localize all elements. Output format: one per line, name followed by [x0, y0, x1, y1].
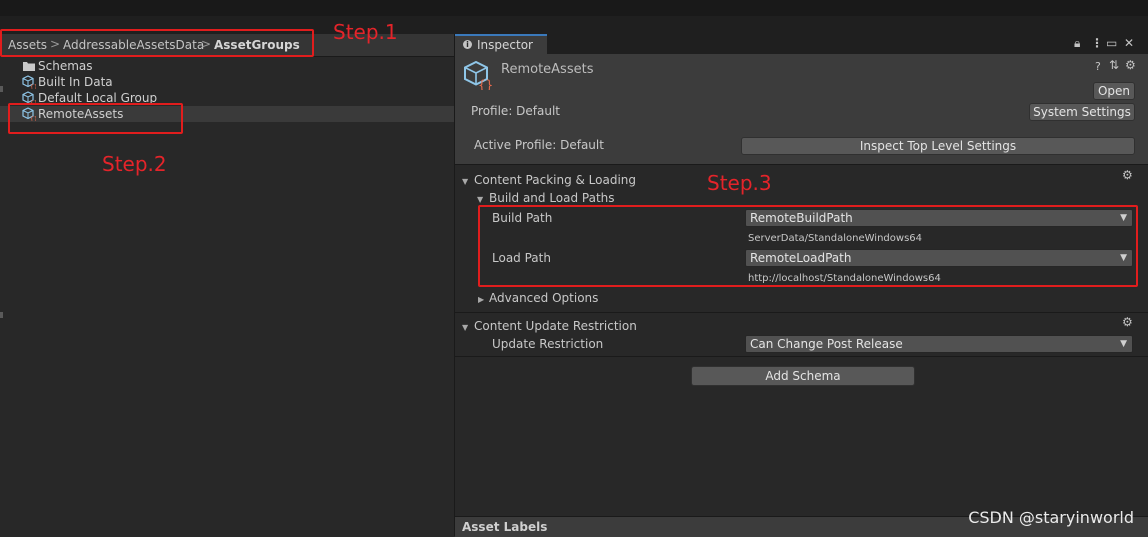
- gear-icon[interactable]: ⚙: [1122, 315, 1133, 329]
- build-load-paths-title[interactable]: Build and Load Paths: [489, 191, 615, 205]
- asset-labels-title: Asset Labels: [462, 520, 548, 534]
- step3-highlight-box: [478, 205, 1138, 287]
- lock-icon[interactable]: 🔒︎: [1074, 36, 1080, 51]
- step1-label: Step.1: [333, 20, 398, 44]
- update-restriction-label: Update Restriction: [492, 337, 604, 351]
- inspect-top-level-settings-button[interactable]: Inspect Top Level Settings: [741, 137, 1135, 155]
- asset-group-icon: {}: [464, 60, 493, 90]
- content-packing-title[interactable]: Content Packing & Loading: [474, 173, 636, 187]
- folder-icon: [23, 62, 35, 71]
- panel-edge-tick: [0, 312, 3, 318]
- gear-icon[interactable]: ⚙: [1125, 58, 1136, 72]
- inspector-tab-bar: i Inspector 🔒︎ ⋮ ▭ ✕: [455, 34, 1148, 54]
- divider: [455, 312, 1148, 313]
- update-restriction-value: Can Change Post Release: [750, 337, 903, 351]
- tree-item-label: Built In Data: [38, 75, 113, 89]
- profile-label: Profile: Default: [471, 104, 561, 118]
- system-settings-button[interactable]: System Settings: [1029, 103, 1135, 121]
- active-profile-label: Active Profile: Default: [474, 138, 604, 152]
- maximize-icon[interactable]: ▭: [1106, 36, 1117, 50]
- asset-group-icon: {}: [22, 75, 36, 89]
- tree-item-built-in-data[interactable]: {} Built In Data: [20, 74, 454, 90]
- foldout-arrow-icon[interactable]: ▶: [478, 295, 484, 304]
- step2-label: Step.2: [102, 152, 167, 176]
- svg-text:{}: {}: [478, 78, 493, 90]
- close-icon[interactable]: ✕: [1124, 36, 1134, 50]
- open-button[interactable]: Open: [1093, 82, 1135, 100]
- panel-edge-tick: [0, 86, 3, 92]
- svg-text:{}: {}: [30, 84, 36, 89]
- tab-inspector[interactable]: i Inspector: [455, 34, 547, 54]
- divider: [455, 164, 1148, 165]
- divider: [455, 356, 1148, 357]
- foldout-arrow-icon[interactable]: ▼: [477, 195, 483, 204]
- foldout-arrow-icon[interactable]: ▼: [462, 323, 468, 332]
- preset-sliders-icon[interactable]: ⇅: [1109, 58, 1119, 72]
- step3-label: Step.3: [707, 171, 772, 195]
- add-schema-button[interactable]: Add Schema: [691, 366, 915, 386]
- step1-highlight-box: [0, 29, 314, 57]
- content-update-title[interactable]: Content Update Restriction: [474, 319, 637, 333]
- tree-item-label: Schemas: [38, 59, 93, 73]
- tree-item-schemas[interactable]: Schemas: [20, 58, 454, 74]
- step2-highlight-box: [8, 103, 183, 134]
- advanced-options-title[interactable]: Advanced Options: [489, 291, 598, 305]
- gear-icon[interactable]: ⚙: [1122, 168, 1133, 182]
- watermark: CSDN @staryinworld: [968, 508, 1134, 527]
- dropdown-arrow-icon: ▼: [1120, 339, 1127, 349]
- help-icon[interactable]: ?: [1095, 60, 1101, 73]
- asset-name: RemoteAssets: [501, 62, 594, 77]
- tab-inspector-label: Inspector: [477, 38, 533, 52]
- foldout-arrow-icon[interactable]: ▼: [462, 177, 468, 186]
- editor-top-strip: [0, 0, 1148, 16]
- kebab-menu-icon[interactable]: ⋮: [1091, 36, 1103, 50]
- info-icon: i: [463, 40, 472, 49]
- update-restriction-dropdown[interactable]: Can Change Post Release ▼: [745, 335, 1133, 353]
